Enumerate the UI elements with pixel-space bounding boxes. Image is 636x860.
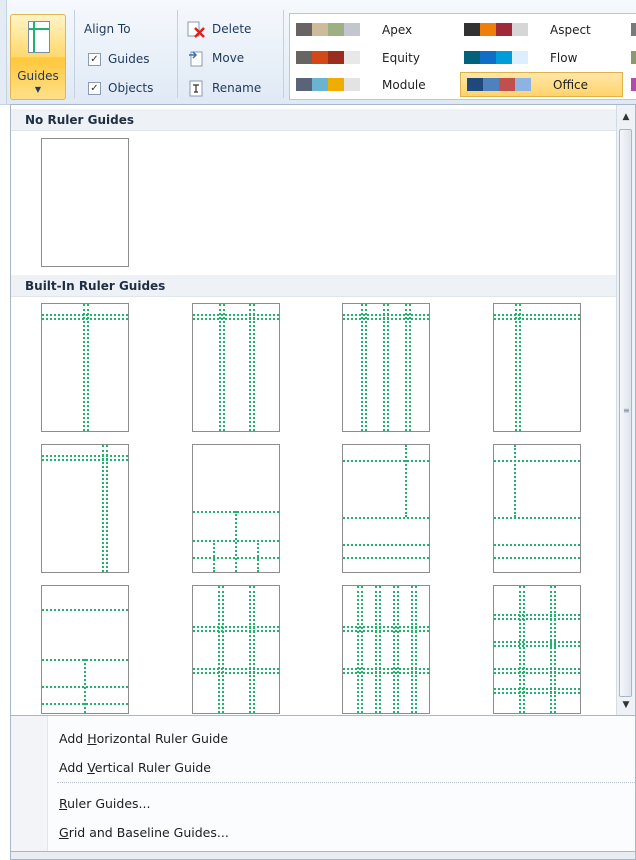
- swatch-strip: [296, 78, 360, 91]
- rename-label: Rename: [212, 81, 262, 95]
- separator: [177, 10, 178, 98]
- scroll-up-icon[interactable]: ▲: [618, 109, 634, 125]
- access-key: G: [59, 825, 69, 840]
- access-key: R: [59, 796, 68, 811]
- align-objects-checkbox[interactable]: ✓ Objects: [88, 79, 153, 97]
- menu-text: orizontal Ruler Guide: [96, 731, 229, 746]
- menu-separator: [57, 782, 635, 783]
- ribbon: Guides ▼ Align To ✓ Guides ✓ Objects Del…: [0, 0, 636, 105]
- swatch-strip: [467, 78, 531, 91]
- rename-icon: [186, 79, 206, 97]
- dropdown-arrow-icon: ▼: [34, 85, 42, 94]
- ruler-guides-dialog-item[interactable]: Ruler Guides...: [59, 792, 150, 816]
- guide-thumb[interactable]: [493, 585, 581, 714]
- color-scheme-gallery: Apex Aspect Equity Flow Module Office: [289, 13, 636, 100]
- access-key: H: [87, 731, 97, 746]
- menu-icon-gutter: [11, 716, 48, 851]
- guide-thumb[interactable]: [192, 444, 280, 573]
- theme-name: Apex: [382, 22, 413, 37]
- guide-thumb-none[interactable]: [41, 138, 129, 267]
- theme-aspect[interactable]: Aspect: [458, 17, 623, 42]
- guides-menu: Add Horizontal Ruler Guide Add Vertical …: [10, 716, 636, 852]
- menu-text: Add: [59, 760, 88, 775]
- move-button[interactable]: Move: [186, 47, 244, 69]
- guide-thumb[interactable]: [41, 303, 129, 432]
- checkbox-checked-icon: ✓: [88, 81, 101, 95]
- guide-thumb[interactable]: [342, 444, 430, 573]
- scrollbar-thumb[interactable]: ≡: [619, 129, 632, 697]
- partial-swatch: [631, 51, 636, 64]
- menu-resize-bar[interactable]: [10, 852, 636, 860]
- delete-button[interactable]: Delete: [186, 18, 251, 40]
- theme-name: Equity: [382, 50, 420, 65]
- menu-text: Add: [59, 731, 88, 746]
- move-label: Move: [212, 51, 245, 65]
- delete-icon: [186, 20, 206, 38]
- theme-apex[interactable]: Apex: [290, 17, 455, 42]
- guide-thumb[interactable]: [493, 444, 581, 573]
- guide-thumb[interactable]: [342, 585, 430, 714]
- guide-thumb[interactable]: [41, 444, 129, 573]
- ruler-guides-gallery: No Ruler Guides Built-In Ruler Guides ▲ …: [10, 104, 636, 716]
- rename-button[interactable]: Rename: [186, 77, 261, 99]
- add-vertical-ruler-guide-item[interactable]: Add Vertical Ruler Guide: [59, 756, 211, 780]
- swatch-strip: [296, 23, 360, 36]
- theme-flow[interactable]: Flow: [458, 45, 623, 70]
- guide-thumb[interactable]: [41, 585, 129, 714]
- align-guides-checkbox[interactable]: ✓ Guides: [88, 50, 150, 68]
- theme-equity[interactable]: Equity: [290, 45, 455, 70]
- theme-office[interactable]: Office: [460, 72, 623, 97]
- swatch-strip: [464, 23, 528, 36]
- theme-name: Aspect: [550, 22, 591, 37]
- grid-and-baseline-guides-item[interactable]: Grid and Baseline Guides...: [59, 821, 229, 845]
- guides-button[interactable]: Guides ▼: [10, 14, 66, 100]
- guide-thumb[interactable]: [192, 585, 280, 714]
- align-guides-label: Guides: [108, 52, 150, 66]
- swatch-strip: [296, 51, 360, 64]
- no-ruler-guides-header: No Ruler Guides: [11, 109, 617, 131]
- scroll-down-icon[interactable]: ▼: [618, 697, 634, 713]
- ribbon-left-edge: [0, 0, 7, 104]
- swatch-strip: [464, 51, 528, 64]
- align-to-label: Align To: [84, 22, 131, 36]
- delete-label: Delete: [212, 22, 252, 36]
- guides-button-label: Guides: [17, 69, 59, 83]
- add-horizontal-ruler-guide-item[interactable]: Add Horizontal Ruler Guide: [59, 727, 228, 751]
- partial-swatch: [631, 23, 636, 36]
- menu-text: uler Guides...: [67, 796, 151, 811]
- guide-thumb[interactable]: [342, 303, 430, 432]
- guide-thumb[interactable]: [192, 303, 280, 432]
- separator: [283, 10, 284, 98]
- separator: [74, 10, 75, 98]
- guides-icon: [28, 21, 50, 53]
- theme-module[interactable]: Module: [290, 72, 455, 97]
- align-objects-label: Objects: [108, 81, 154, 95]
- theme-name: Flow: [550, 50, 578, 65]
- checkbox-checked-icon: ✓: [88, 52, 101, 66]
- builtin-ruler-guides-header: Built-In Ruler Guides: [11, 275, 617, 297]
- guide-thumb[interactable]: [493, 303, 581, 432]
- menu-text: ertical Ruler Guide: [94, 760, 211, 775]
- theme-name: Office: [553, 77, 589, 92]
- menu-text: rid and Baseline Guides...: [68, 825, 229, 840]
- move-icon: [186, 49, 206, 67]
- gallery-scrollbar[interactable]: ▲ ≡ ▼: [616, 105, 635, 715]
- grip-icon: ≡: [623, 406, 630, 415]
- theme-name: Module: [382, 77, 426, 92]
- partial-swatch: [631, 78, 636, 91]
- access-key: V: [87, 760, 95, 775]
